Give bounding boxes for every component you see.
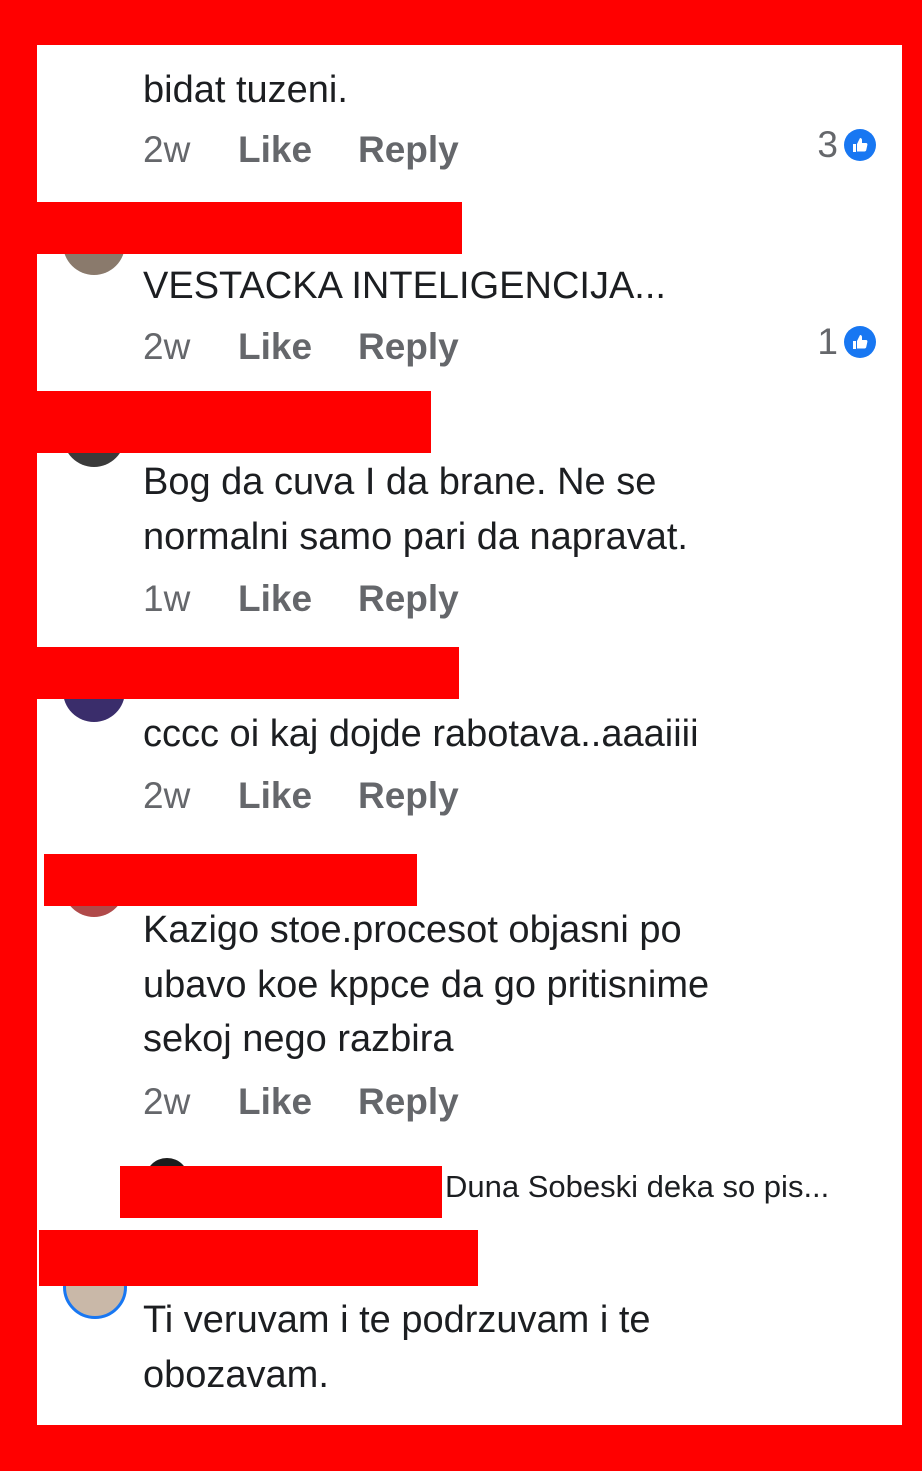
comment-actions: 1w Like Reply [143, 577, 459, 621]
redaction-bar [37, 647, 459, 699]
cut-off-text [143, 45, 154, 58]
reply-button[interactable]: Reply [358, 326, 459, 368]
comment-text: VESTACKA INTELIGENCIJA... [143, 265, 666, 307]
comment-text: Bog da cuva I da brane. Ne se [143, 461, 657, 503]
comment-actions: 2w Like Reply [143, 128, 459, 172]
thumbs-up-icon [844, 326, 876, 358]
reply-button[interactable]: Reply [358, 578, 459, 620]
redaction-bar [120, 1166, 442, 1218]
reaction-count[interactable]: 1 [817, 320, 876, 364]
comment-text: ubavo koe kppce da go pritisnime [143, 964, 710, 1006]
comment-actions: 2w Like Reply [143, 1080, 459, 1124]
redaction-bar [39, 1230, 478, 1286]
comment-text: Kazigo stoe.procesot objasni po [143, 909, 682, 951]
comment-time: 2w [143, 129, 191, 170]
comment-time: 2w [143, 775, 191, 816]
comment-time: 2w [143, 1081, 191, 1122]
comment-text: normalni samo pari da napravat. [143, 516, 688, 558]
comment-text: obozavam. [143, 1354, 329, 1396]
redaction-bar [37, 391, 431, 453]
like-button[interactable]: Like [238, 326, 358, 368]
comment-time: 2w [143, 326, 191, 367]
like-button[interactable]: Like [238, 129, 358, 171]
thumbs-up-icon [844, 129, 876, 161]
reply-button[interactable]: Reply [358, 1081, 459, 1123]
comment-text: sekoj nego razbira [143, 1018, 454, 1060]
comment-text: Ti veruvam i te podrzuvam i te [143, 1299, 651, 1341]
comment-time: 1w [143, 578, 191, 619]
comment-actions: 2w Like Reply [143, 325, 459, 369]
reply-preview[interactable]: Duna Sobeski deka so pis... [445, 1167, 829, 1207]
like-button[interactable]: Like [238, 578, 358, 620]
redaction-bar [44, 854, 417, 906]
comment-actions: 2w Like Reply [143, 774, 459, 818]
redaction-bar [37, 202, 462, 254]
comment-text: cccc oi kaj dojde rabotava..aaaiiii [143, 713, 699, 755]
reply-button[interactable]: Reply [358, 129, 459, 171]
reply-button[interactable]: Reply [358, 775, 459, 817]
like-button[interactable]: Like [238, 1081, 358, 1123]
reaction-count[interactable]: 3 [817, 123, 876, 167]
like-button[interactable]: Like [238, 775, 358, 817]
comment-text: bidat tuzeni. [143, 69, 348, 111]
